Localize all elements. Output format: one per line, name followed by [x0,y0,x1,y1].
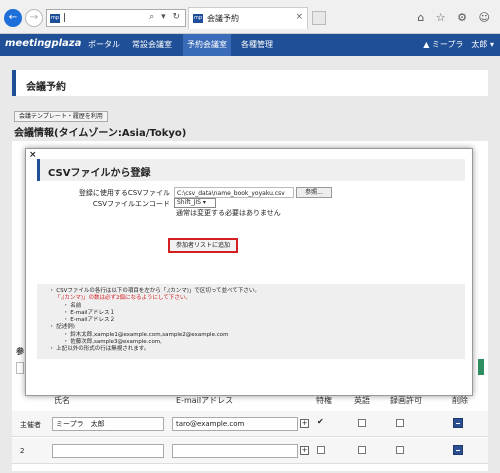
col-header-delete: 削除 [452,396,468,405]
new-tab-button[interactable] [312,11,326,25]
col-header-english: 英語 [354,396,370,405]
page-title-box: 会議予約 [12,70,488,96]
nav-management[interactable]: 各種管理 [237,34,277,56]
csv-file-label: 登録に使用するCSVファイル [78,189,170,197]
close-icon[interactable]: × [29,150,37,160]
add-to-participants-button[interactable]: 参加者リストに追加 [168,238,238,253]
instruction-line: ・ 名前 [63,302,82,309]
hidden-control-fragment [16,362,24,374]
address-bar[interactable]: mp | ⌕ ▾ ↻ [46,9,186,27]
csv-import-dialog: × CSVファイルから登録 登録に使用するCSVファイル C:\csv_data… [25,148,473,396]
recording-checkbox[interactable] [396,419,404,427]
encoding-note: 通常は変更する必要はありません [176,209,281,217]
nav-permanent-rooms[interactable]: 常設会議室 [128,34,176,56]
browse-button[interactable]: 参照... [296,187,332,198]
privilege-checkbox[interactable] [317,446,325,454]
instruction-warning: 「,(カンマ)」の数は必ず2個になるようにして下さい。 [55,295,191,302]
encoding-label: CSVファイルエンコード [92,200,170,208]
name-input[interactable] [52,444,164,458]
delete-row-icon[interactable] [453,418,463,428]
privilege-check-icon[interactable]: ✔ [317,417,324,426]
browser-tool-icons[interactable]: ⌂ ☆ ⚙ ☺ [417,11,494,24]
col-header-privilege: 特権 [316,396,332,405]
browser-tab[interactable]: mp 会議予約 × [188,7,308,29]
csv-file-path-input[interactable]: C:\csv_data\name_book_yoyaku.csv [174,187,294,198]
back-arrow-icon[interactable]: ← [4,9,22,27]
app-header: meetingplaza ポータル 常設会議室 予約会議室 各種管理 ▲ ミープ… [0,34,500,56]
recording-checkbox[interactable] [396,446,404,454]
template-history-button[interactable]: 会議テンプレート・履歴を利用 [14,111,108,122]
browser-toolbar: ← → mp | ⌕ ▾ ↻ mp 会議予約 × ⌂ ☆ ⚙ ☺ [0,0,500,34]
english-checkbox[interactable] [358,446,366,454]
instruction-line: ・ 鈴木太郎,xample1@example.com,sample2@examp… [63,331,229,338]
csv-format-instructions: ・ CSVファイルの各行は以下の項目を左から「,(カンマ)」で区切って並べて下さ… [37,284,465,359]
add-email-plus-icon[interactable]: + [300,446,309,455]
email-input[interactable]: taro@example.com [172,417,298,431]
add-email-plus-icon[interactable]: + [300,419,309,428]
english-checkbox[interactable] [358,419,366,427]
meetingplaza-logo[interactable]: meetingplaza [5,38,81,49]
instruction-line: ・ E-mailアドレス２ [63,317,115,324]
table-row: 2 + [12,438,488,464]
dialog-title-bar: CSVファイルから登録 [37,159,465,181]
page-title: 会議予約 [26,82,66,93]
col-header-recording: 録画許可 [390,396,422,405]
table-row: 主催者 ミープラ 太郎 taro@example.com + ✔ [12,411,488,437]
col-header-email: E-mailアドレス [176,396,234,405]
instruction-line: ・ 記述例) [49,324,75,331]
green-button-edge[interactable] [478,359,484,375]
tab-close-icon[interactable]: × [295,12,303,22]
email-input[interactable] [172,444,298,458]
site-favicon-icon: mp [50,14,60,23]
tab-label: 会議予約 [207,14,239,23]
user-menu[interactable]: ▲ ミープラ 太郎 ▾ [423,34,494,56]
row-label: 主催者 [20,421,41,429]
instruction-line: ・ 上記以外の形式の行は無視されます。 [49,346,150,353]
tab-favicon-icon: mp [193,14,203,23]
delete-row-icon[interactable] [453,445,463,455]
nav-portal[interactable]: ポータル [84,34,124,56]
meeting-info-heading: 会議情報(タイムゾーン:Asia/Tokyo) [14,128,187,139]
forward-arrow-icon[interactable]: → [25,9,43,27]
col-header-name: 氏名 [54,396,70,405]
participants-heading-fragment: 参 [16,347,24,356]
encoding-select[interactable]: Shift_JIS ▾ [174,198,216,208]
address-input[interactable]: | [63,13,66,23]
nav-reserved-rooms[interactable]: 予約会議室 [183,34,231,56]
address-action-icons[interactable]: ⌕ ▾ ↻ [149,12,182,22]
name-input[interactable]: ミープラ 太郎 [52,417,164,431]
dialog-title: CSVファイルから登録 [48,168,151,179]
row-label: 2 [20,447,25,455]
